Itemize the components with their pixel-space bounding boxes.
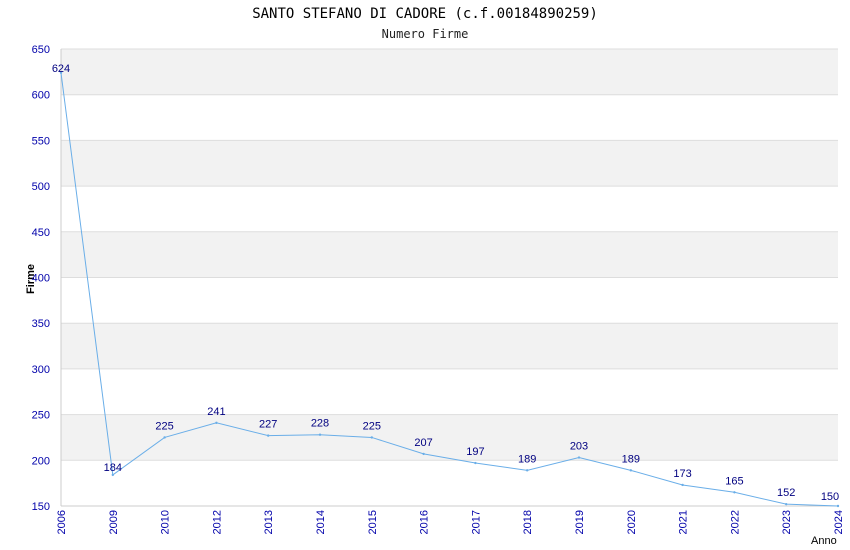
data-point (163, 436, 166, 439)
data-label: 225 (155, 420, 173, 432)
x-tick-label: 2012 (211, 510, 223, 534)
x-tick-label: 2013 (263, 510, 275, 534)
grid-band (61, 460, 838, 506)
grid-band (61, 140, 838, 187)
grid-band (61, 277, 838, 324)
data-point (474, 461, 477, 465)
data-point (681, 483, 684, 487)
x-tick-label: 2016 (419, 510, 431, 534)
data-point (733, 491, 736, 494)
y-tick-label: 550 (32, 135, 50, 147)
data-label: 228 (311, 418, 329, 430)
x-tick-label: 2019 (574, 510, 586, 534)
grid-band (61, 231, 838, 278)
x-tick-label: 2014 (315, 510, 327, 534)
y-tick-label: 150 (32, 501, 50, 513)
data-point (422, 452, 425, 456)
data-label: 203 (570, 441, 588, 453)
x-axis-label: Anno (811, 535, 837, 547)
data-label: 227 (259, 419, 277, 431)
data-label: 173 (673, 468, 691, 480)
y-tick-label: 250 (32, 410, 50, 422)
x-tick-label: 2010 (160, 510, 172, 534)
grid-band (61, 414, 838, 461)
grid-band (61, 323, 838, 369)
data-point (785, 502, 788, 506)
y-tick-label: 350 (32, 318, 50, 330)
y-tick-label: 650 (32, 44, 50, 56)
grid-band (61, 49, 838, 95)
data-label: 150 (821, 491, 839, 503)
data-label: 225 (363, 420, 381, 432)
data-label: 241 (207, 406, 225, 418)
x-tick-label: 2022 (729, 510, 741, 534)
y-tick-label: 600 (32, 90, 50, 102)
x-tick-label: 2009 (108, 510, 120, 534)
plot-area: Firme Anno 15020025030035040045050055060… (25, 44, 845, 547)
data-label: 197 (466, 446, 484, 458)
data-point (111, 473, 115, 477)
x-tick-label: 2006 (56, 510, 68, 534)
x-tick-label: 2020 (626, 510, 638, 534)
y-tick-label: 450 (32, 227, 50, 239)
data-point (629, 469, 632, 472)
data-label: 165 (725, 475, 743, 487)
data-label: 207 (414, 437, 432, 449)
grid-band (61, 368, 838, 415)
y-tick-label: 200 (32, 455, 50, 467)
x-tick-label: 2015 (367, 510, 379, 534)
x-tick-label: 2024 (833, 510, 845, 534)
x-tick-label: 2023 (781, 510, 793, 534)
data-point (318, 433, 322, 436)
data-label: 624 (52, 63, 70, 75)
data-point (215, 421, 218, 425)
chart: SANTO STEFANO DI CADORE (c.f.00184890259… (0, 0, 850, 550)
x-tick-label: 2018 (522, 510, 534, 534)
grid-band (61, 186, 838, 232)
data-label: 189 (622, 453, 640, 465)
x-tick-label: 2017 (470, 510, 482, 534)
data-point (267, 434, 270, 437)
data-point (526, 469, 529, 472)
grid-band (61, 94, 838, 141)
data-label: 184 (104, 462, 122, 474)
data-label: 189 (518, 453, 536, 465)
y-tick-label: 300 (32, 364, 50, 376)
data-point (577, 456, 581, 459)
y-tick-label: 400 (32, 273, 50, 285)
data-point (370, 436, 373, 439)
y-tick-label: 500 (32, 181, 50, 193)
x-tick-label: 2021 (678, 510, 690, 534)
data-label: 152 (777, 487, 795, 499)
data-point (836, 504, 840, 508)
